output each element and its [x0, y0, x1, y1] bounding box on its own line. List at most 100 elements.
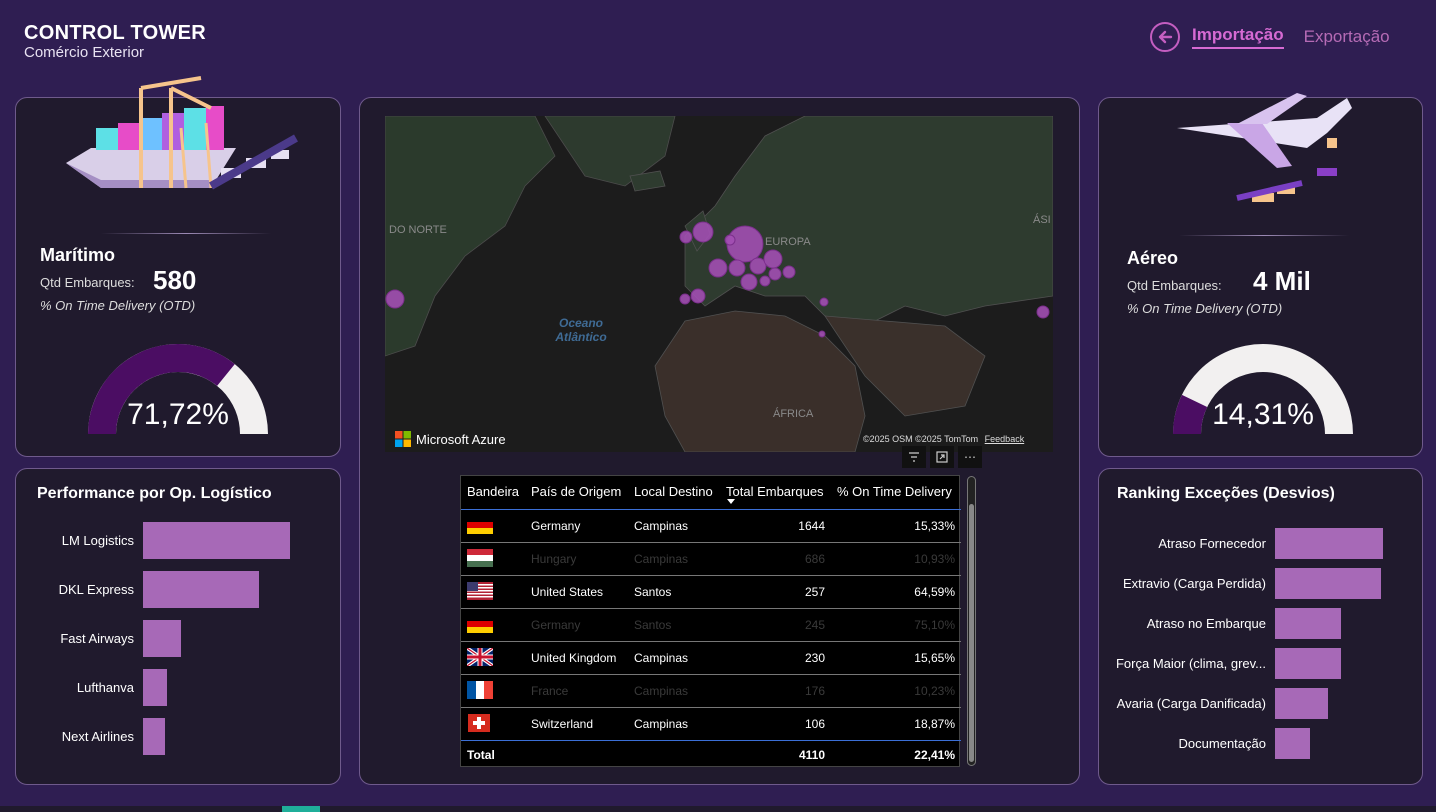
map-bubbles	[385, 221, 1050, 338]
cell-total: 1644	[798, 519, 825, 533]
total-value: 4110	[798, 748, 825, 762]
table-row[interactable]: Germany Santos 245 75,10%	[461, 609, 961, 642]
aereo-otd-label: % On Time Delivery (OTD)	[1127, 301, 1283, 316]
table-row[interactable]: United States Santos 257 64,59%	[461, 576, 961, 609]
cell-otd: 18,87%	[914, 717, 955, 731]
ranking-title: Ranking Exceções (Desvios)	[1117, 485, 1335, 502]
cell-otd: 75,10%	[914, 618, 955, 632]
cell-country: Germany	[531, 618, 581, 632]
ranking-bar-label: Avaria (Carga Danificada)	[1116, 695, 1266, 711]
total-label: Total	[467, 748, 495, 762]
map-bubble	[1036, 305, 1050, 319]
performance-title: Performance por Op. Logístico	[37, 485, 272, 502]
tab-importacao[interactable]: Importação	[1192, 25, 1284, 49]
maritimo-qtd-label: Qtd Embarques:	[40, 275, 135, 290]
focus-mode-icon[interactable]	[930, 446, 954, 468]
col-header-bandeira[interactable]: Bandeira	[467, 484, 519, 499]
divider	[101, 233, 271, 234]
flag-de-icon	[467, 516, 493, 534]
aereo-qtd-label: Qtd Embarques:	[1127, 278, 1222, 293]
back-button[interactable]	[1150, 22, 1180, 52]
airplane-illustration	[1177, 93, 1352, 202]
arrow-left-icon	[1158, 30, 1173, 44]
table-row[interactable]: Germany Campinas 1644 15,33%	[461, 510, 961, 543]
ranking-bar[interactable]	[1275, 688, 1328, 719]
cell-otd: 64,59%	[914, 585, 955, 599]
more-options-icon[interactable]: ⋯	[958, 446, 982, 468]
cell-country: United Kingdom	[531, 651, 617, 665]
table-total-row: Total 4110 22,41%	[461, 740, 961, 768]
map-bubble	[763, 249, 783, 269]
map-attribution: ©2025 OSM ©2025 TomTom Feedback	[863, 434, 1024, 444]
map-bubble	[782, 265, 796, 279]
performance-bar-label: DKL Express	[58, 581, 134, 597]
cell-country: France	[531, 684, 569, 698]
performance-bar[interactable]	[143, 718, 166, 755]
performance-bar[interactable]	[143, 669, 167, 706]
ranking-bar[interactable]	[1275, 648, 1341, 679]
performance-bar[interactable]	[143, 620, 182, 657]
ranking-bar[interactable]	[1275, 728, 1310, 759]
map-bubble	[690, 288, 706, 304]
maritimo-card: Marítimo Qtd Embarques: 580 % On Time De…	[15, 76, 341, 457]
map-bubble	[679, 230, 693, 244]
table-row[interactable]: Hungary Campinas 686 10,93%	[461, 543, 961, 576]
filter-icon[interactable]	[902, 446, 926, 468]
performance-card: Performance por Op. Logístico LM Logisti…	[15, 468, 341, 785]
ranking-bar[interactable]	[1275, 528, 1383, 559]
performance-bar-label: Next Airlines	[61, 728, 134, 744]
microsoft-icon	[395, 431, 411, 447]
map-feedback-link[interactable]: Feedback	[985, 434, 1025, 444]
performance-bar[interactable]	[143, 571, 260, 608]
map-bubble	[818, 330, 826, 338]
cell-destination: Campinas	[634, 519, 689, 533]
cell-total: 686	[804, 552, 825, 566]
cell-total: 230	[804, 651, 825, 665]
map-bubble	[749, 257, 767, 275]
app-title: CONTROL TOWER	[24, 22, 207, 44]
top-nav: Importação Exportação	[1150, 22, 1390, 52]
map-visual[interactable]: DO NORTE EUROPA ÁFRICA ÁSI Oceano Atlânt…	[385, 116, 1053, 452]
tab-exportacao[interactable]: Exportação	[1304, 27, 1390, 47]
col-header-pais[interactable]: País de Origem	[531, 484, 621, 499]
flag-ch-icon	[468, 714, 490, 732]
ranking-bar[interactable]	[1275, 568, 1381, 599]
performance-bar[interactable]	[143, 522, 290, 559]
table-scrollbar-thumb[interactable]	[969, 504, 974, 762]
visual-header: ⋯	[902, 446, 982, 468]
sort-desc-icon[interactable]	[727, 499, 735, 504]
cell-country: Hungary	[531, 552, 577, 566]
map-bubble	[679, 293, 691, 305]
col-header-total[interactable]: Total Embarques	[726, 484, 824, 499]
table-row[interactable]: United Kingdom Campinas 230 15,65%	[461, 642, 961, 675]
maritimo-otd-label: % On Time Delivery (OTD)	[40, 298, 196, 313]
map-bubble	[768, 267, 782, 281]
page-tabs-bar	[0, 806, 1436, 812]
flag-fr-icon	[467, 681, 493, 699]
table-row[interactable]: Switzerland Campinas 106 18,87%	[461, 708, 961, 741]
maritimo-title: Marítimo	[40, 245, 116, 265]
cell-destination: Santos	[634, 618, 672, 632]
cell-destination: Campinas	[634, 717, 689, 731]
flag-gb-icon	[467, 648, 493, 666]
map-bubble	[385, 289, 405, 309]
col-header-destino[interactable]: Local Destino	[634, 484, 713, 499]
col-header-otd[interactable]: % On Time Delivery	[837, 484, 952, 499]
shipments-table[interactable]: Bandeira País de Origem Local Destino To…	[460, 475, 961, 768]
cell-otd: 15,65%	[914, 651, 955, 665]
map-bubble	[692, 221, 714, 243]
map-bubble	[728, 259, 746, 277]
page-tab-active[interactable]	[282, 806, 320, 812]
ranking-bar[interactable]	[1275, 608, 1341, 639]
cell-otd: 15,33%	[914, 519, 955, 533]
ranking-bar-label: Atraso no Embarque	[1146, 615, 1266, 631]
performance-bar-label: Lufthanva	[76, 679, 134, 695]
ranking-bar-label: Força Maior (clima, grev...	[1115, 655, 1266, 671]
cell-total: 106	[804, 717, 825, 731]
table-row[interactable]: France Campinas 176 10,23%	[461, 675, 961, 708]
aereo-qtd-value: 4 Mil	[1253, 266, 1311, 296]
map-bubble	[708, 258, 728, 278]
flag-hu-icon	[467, 549, 493, 567]
total-otd: 22,41%	[914, 748, 955, 762]
ranking-bar-label: Extravio (Carga Perdida)	[1122, 575, 1266, 591]
